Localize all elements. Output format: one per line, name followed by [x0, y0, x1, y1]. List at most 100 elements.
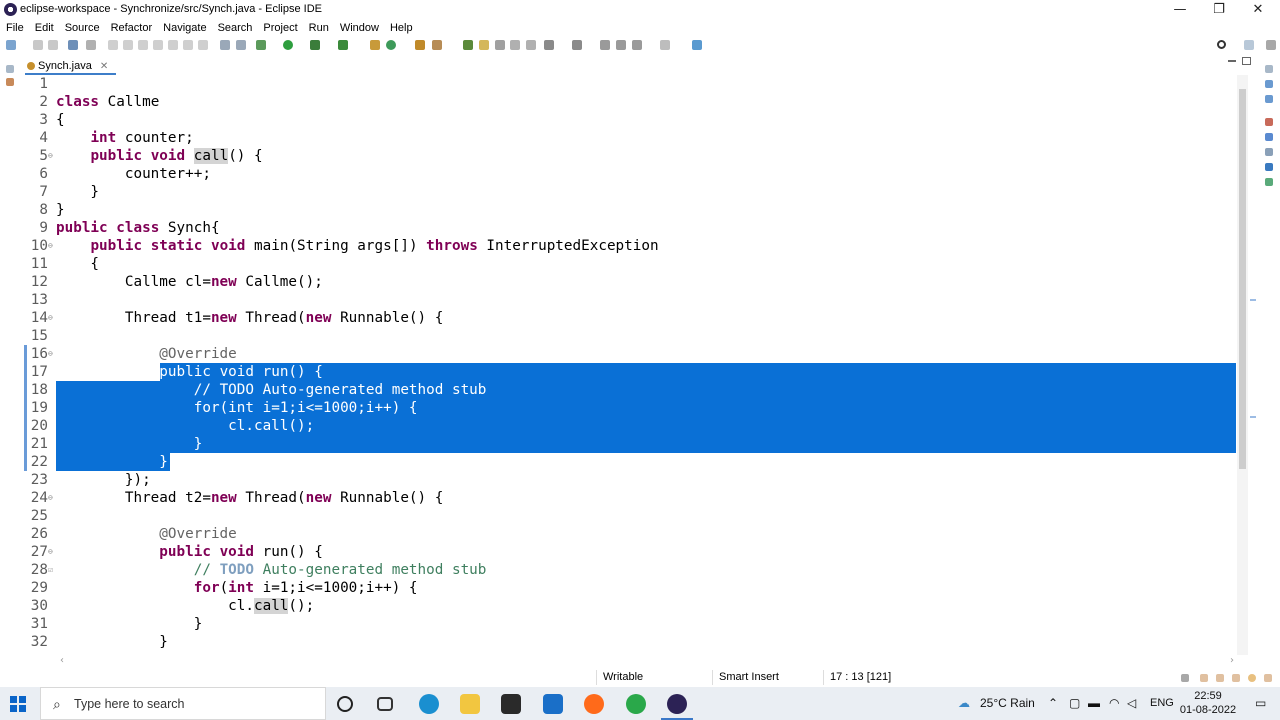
debug-icon[interactable]	[256, 40, 266, 50]
taskbar-search-input[interactable]: ⌕ Type here to search	[40, 687, 326, 720]
new-java-project-icon[interactable]	[370, 40, 380, 50]
scroll-right-icon[interactable]: ›	[1230, 655, 1234, 666]
heap-status-icon[interactable]	[1200, 674, 1208, 682]
wifi-icon[interactable]: ◠	[1109, 696, 1119, 710]
horizontal-scrollbar[interactable]: ‹ ›	[56, 655, 1236, 667]
overview-ruler-mark[interactable]	[1250, 416, 1256, 418]
terminate-icon[interactable]	[138, 40, 148, 50]
new-package-icon[interactable]	[386, 40, 396, 50]
progress-view-icon[interactable]	[1265, 178, 1273, 186]
save-all-icon[interactable]	[48, 40, 58, 50]
block-selection-icon[interactable]	[495, 40, 505, 50]
microsoft-store-icon[interactable]	[501, 694, 521, 714]
editor-tab-synch-java[interactable]: Synch.java ✕	[25, 57, 117, 75]
menu-search[interactable]: Search	[212, 20, 258, 36]
task-list-icon[interactable]	[1265, 95, 1273, 103]
console-view-icon[interactable]	[1265, 163, 1273, 171]
maximize-editor-icon[interactable]	[1242, 57, 1251, 65]
feedback-icon[interactable]	[1264, 674, 1272, 682]
minimize-editor-icon[interactable]	[1228, 60, 1236, 62]
outline-view-icon[interactable]	[1265, 80, 1273, 88]
restore-view-icon[interactable]	[1265, 65, 1273, 73]
code-editor[interactable]: 1 2 class Callme 3{ 4 int counter; 5 ⊖ pub…	[24, 75, 1248, 655]
problems-view-icon[interactable]	[1265, 118, 1273, 126]
external-tools-icon[interactable]	[338, 40, 348, 50]
menu-edit[interactable]: Edit	[29, 20, 59, 36]
restore-view-icon[interactable]	[6, 65, 14, 73]
fold-toggle-icon[interactable]: ⊖	[48, 489, 56, 507]
fold-toggle-icon[interactable]: ⊖	[48, 147, 56, 165]
search-icon[interactable]	[1217, 40, 1226, 49]
step-over-icon[interactable]	[183, 40, 193, 50]
file-explorer-icon[interactable]	[460, 694, 480, 714]
mark-occurrences-icon[interactable]	[479, 40, 489, 50]
open-terminal-icon[interactable]	[68, 40, 78, 50]
open-type-icon[interactable]	[432, 40, 442, 50]
fold-toggle-icon[interactable]: ⊖	[48, 345, 56, 363]
disconnect-icon[interactable]	[153, 40, 163, 50]
mail-icon[interactable]	[543, 694, 563, 714]
save-icon[interactable]	[33, 40, 43, 50]
previous-annotation-icon[interactable]	[572, 40, 582, 50]
edge-icon[interactable]	[419, 694, 439, 714]
show-hidden-icons-icon[interactable]: ⌃	[1048, 696, 1058, 710]
javadoc-view-icon[interactable]	[1265, 133, 1273, 141]
tip-icon[interactable]	[1181, 674, 1189, 682]
pin-editor-icon[interactable]	[692, 40, 702, 50]
battery-icon[interactable]: ▬	[1088, 696, 1100, 710]
meet-now-icon[interactable]: ▢	[1069, 696, 1080, 710]
menu-refactor[interactable]: Refactor	[105, 20, 158, 36]
new-class-icon[interactable]	[415, 40, 425, 50]
show-whitespace-icon[interactable]	[510, 40, 520, 50]
notifications-icon[interactable]	[1216, 674, 1224, 682]
weather-icon[interactable]: ☁	[958, 696, 970, 710]
volume-icon[interactable]: ◁	[1127, 696, 1136, 710]
use-step-filters-icon[interactable]	[236, 40, 246, 50]
menu-project[interactable]: Project	[257, 20, 302, 36]
cortana-icon[interactable]	[337, 696, 353, 712]
scroll-left-icon[interactable]: ‹	[60, 655, 64, 666]
fold-toggle-icon[interactable]: ⊖	[48, 309, 56, 327]
menu-help[interactable]: Help	[384, 20, 418, 36]
close-button[interactable]: ✕	[1238, 0, 1278, 20]
new-icon[interactable]	[6, 40, 16, 50]
scrollbar-thumb[interactable]	[1239, 89, 1246, 469]
run-icon[interactable]	[283, 40, 293, 50]
chrome-icon[interactable]	[626, 694, 646, 714]
java-perspective-icon[interactable]	[1266, 40, 1276, 50]
last-edit-icon[interactable]	[600, 40, 610, 50]
drop-to-frame-icon[interactable]	[220, 40, 230, 50]
back-dropdown-icon[interactable]	[632, 40, 642, 50]
resume-icon[interactable]	[108, 40, 118, 50]
task-view-icon[interactable]	[377, 697, 393, 711]
fold-toggle-icon[interactable]: ⊖	[48, 237, 56, 255]
fold-toggle-icon[interactable]: ⊖	[48, 543, 56, 561]
overview-ruler-mark[interactable]	[1250, 299, 1256, 301]
minimize-button[interactable]: —	[1160, 0, 1200, 20]
eclipse-taskbar-icon[interactable]	[667, 694, 687, 714]
search-toolbar-icon[interactable]	[463, 40, 473, 50]
vertical-scrollbar[interactable]	[1237, 75, 1248, 655]
progress-icon[interactable]	[1232, 674, 1240, 682]
close-tab-icon[interactable]: ✕	[100, 61, 108, 72]
open-perspective-icon[interactable]	[1244, 40, 1254, 50]
next-annotation-icon[interactable]	[544, 40, 554, 50]
language-indicator[interactable]: ENG	[1150, 697, 1174, 709]
coverage-icon[interactable]	[310, 40, 320, 50]
suspend-icon[interactable]	[123, 40, 133, 50]
skip-breakpoints-icon[interactable]	[86, 40, 96, 50]
menu-navigate[interactable]: Navigate	[157, 20, 211, 36]
restore-button[interactable]: ❐	[1199, 0, 1239, 20]
step-into-icon[interactable]	[168, 40, 178, 50]
package-explorer-icon[interactable]	[6, 78, 14, 86]
firefox-icon[interactable]	[584, 694, 604, 714]
update-icon[interactable]	[1248, 674, 1256, 682]
taskbar-clock[interactable]: 22:59 01-08-2022	[1178, 689, 1238, 717]
weather-text[interactable]: 25°C Rain	[980, 696, 1035, 710]
menu-file[interactable]: File	[0, 20, 29, 36]
forward-icon[interactable]	[660, 40, 670, 50]
menu-source[interactable]: Source	[59, 20, 105, 36]
menu-window[interactable]: Window	[334, 20, 384, 36]
menu-run[interactable]: Run	[303, 20, 334, 36]
windows-start-icon[interactable]	[10, 696, 26, 712]
